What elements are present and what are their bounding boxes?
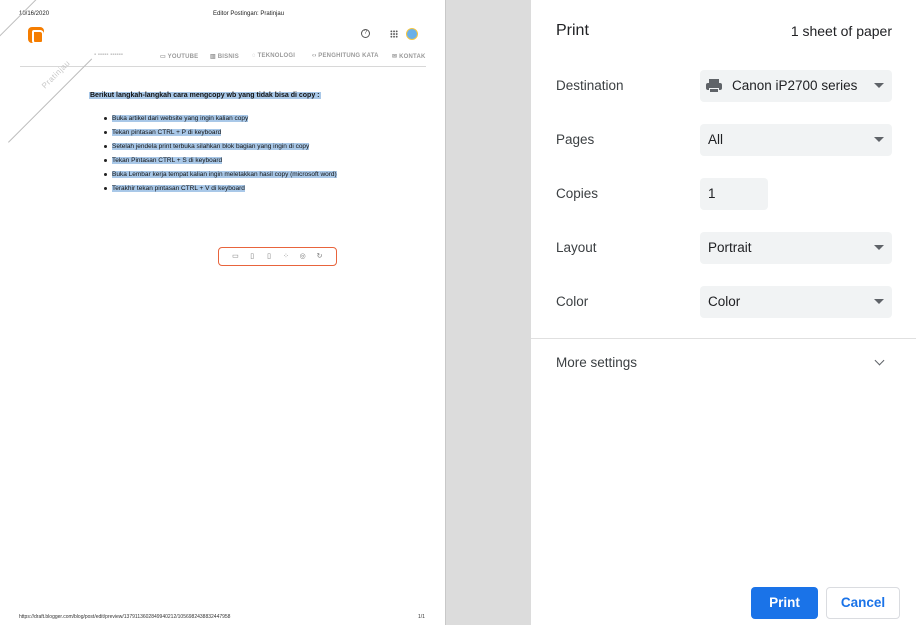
copies-input[interactable]: 1 (700, 178, 768, 210)
article-intro: Berikut langkah-langkah cara mengcopy wb… (89, 92, 321, 99)
tablet-icon: ▯ (250, 253, 255, 260)
print-button[interactable]: Print (751, 587, 818, 619)
blogger-logo-icon (28, 27, 44, 44)
pages-select[interactable]: All (700, 124, 892, 156)
nav-item-penghitung-kata: ‹› PENGHITUNG KATA (312, 53, 379, 59)
phone-icon: ▯ (267, 253, 271, 260)
divider (531, 338, 916, 339)
list-item: Buka artikel dari website yang ingin kal… (104, 114, 354, 123)
list-item: Terakhir tekan pintasan CTRL + V di keyb… (104, 184, 354, 193)
list-item: Setelah jendela print terbuka silahkan b… (104, 142, 354, 151)
color-select[interactable]: Color (700, 286, 892, 318)
sheet-count: 1 sheet of paper (790, 23, 892, 39)
copies-label: Copies (556, 186, 599, 201)
nav-item-teknologi: ◌ TEKNOLOGI (252, 53, 296, 59)
destination-label: Destination (556, 78, 624, 93)
apps-grid-icon (390, 30, 398, 38)
chevron-down-icon[interactable] (874, 355, 885, 366)
destination-select[interactable]: Canon iP2700 series (700, 70, 892, 102)
color-label: Color (556, 294, 589, 309)
header-title: Editor Postingan: Pratinjau (213, 11, 285, 17)
nav-item-youtube: ▭ YOUTUBE (160, 54, 199, 60)
nav-item-bisnis: ▥ BISNIS (210, 54, 239, 60)
layout-select[interactable]: Portrait (700, 232, 892, 264)
footer-url: https://draft.blogger.com/blog/post/edit… (19, 614, 231, 620)
dropdown-arrow-icon (874, 83, 884, 88)
dots-grid-icon: ⁘ (282, 253, 289, 260)
print-settings-panel: Print 1 sheet of paper Destination Canon… (531, 0, 916, 625)
panel-title: Print (556, 22, 589, 39)
footer-page-number: 1/1 (418, 614, 425, 620)
rotate-icon: ◎ (299, 253, 306, 260)
more-settings-toggle[interactable]: More settings (556, 355, 637, 370)
steps-list: Buka artikel dari website yang ingin kal… (104, 114, 354, 198)
dropdown-arrow-icon (874, 245, 884, 250)
nav-ghost-text: ▪ ▪▪▪▪▪ ▪▪▪▪▪▪ (94, 52, 123, 58)
color-value: Color (708, 294, 741, 309)
refresh-icon: ↻ (316, 253, 323, 260)
list-item: Buka Lembar kerja tempat kalian ingin me… (104, 170, 354, 179)
avatar (406, 28, 418, 40)
layout-label: Layout (556, 240, 597, 255)
device-toolbar: ▭ ▯ ▯ ⁘ ◎ ↻ (218, 247, 337, 266)
preview-ribbon-line (8, 58, 93, 143)
list-item: Tekan pintasan CTRL + P di keyboard (104, 128, 354, 137)
printer-icon (706, 79, 722, 93)
dropdown-arrow-icon (874, 137, 884, 142)
pages-value: All (708, 132, 724, 147)
preview-page: 10/16/2020 Editor Postingan: Pratinjau ?… (0, 0, 446, 625)
print-preview-area: 10/16/2020 Editor Postingan: Pratinjau ?… (0, 0, 531, 625)
desktop-icon: ▭ (232, 253, 239, 260)
layout-value: Portrait (708, 240, 752, 255)
dropdown-arrow-icon (874, 299, 884, 304)
nav-item-kontak: ✉ KONTAK (392, 54, 426, 60)
pages-label: Pages (556, 132, 595, 147)
list-item: Tekan Pintasan CTRL + S di keyboard (104, 156, 354, 165)
cancel-button[interactable]: Cancel (826, 587, 900, 619)
help-icon: ? (361, 29, 370, 38)
blog-nav-bar: ▪ ▪▪▪▪▪ ▪▪▪▪▪▪ ▭ YOUTUBE ▥ BISNIS ◌ TEKN… (20, 51, 426, 67)
destination-value: Canon iP2700 series (732, 78, 858, 93)
